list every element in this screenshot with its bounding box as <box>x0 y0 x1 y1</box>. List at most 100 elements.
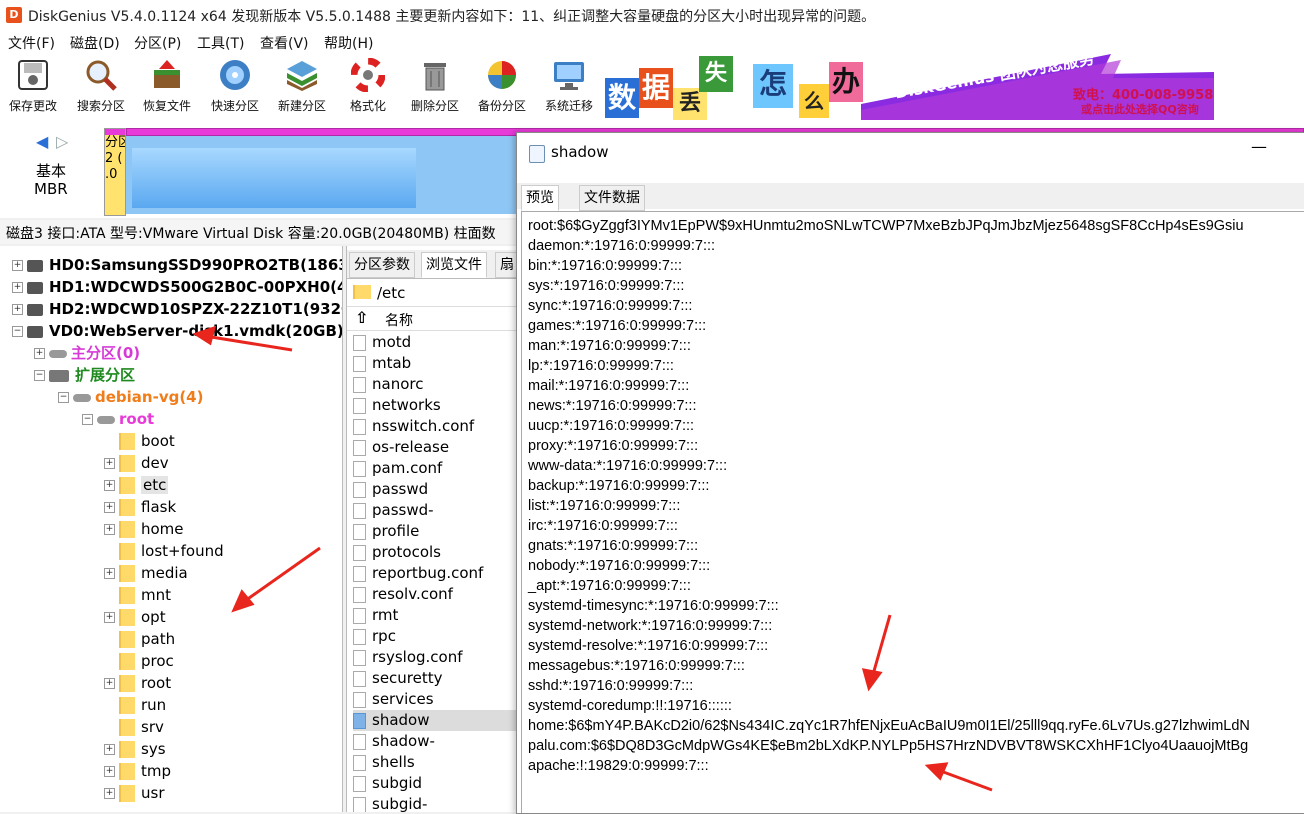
collapse-icon[interactable]: − <box>12 326 23 337</box>
collapse-icon[interactable]: − <box>34 370 45 381</box>
tree-folder[interactable]: +lost+found <box>104 540 224 562</box>
expand-icon[interactable]: + <box>104 744 115 755</box>
tree-disk-vd0[interactable]: − VD0:WebServer-disk1.vmdk(20GB) <box>12 320 342 342</box>
file-list-item[interactable]: networks <box>353 395 517 416</box>
tree-folder[interactable]: + opt <box>104 606 166 628</box>
file-list-item[interactable]: reportbug.conf <box>353 563 517 584</box>
menu-disk[interactable]: 磁盘(D) <box>70 33 120 53</box>
tab-preview[interactable]: 预览 <box>521 185 559 211</box>
tree-disk-hd2[interactable]: + HD2:WDCWD10SPZX-22Z10T1(932GB) <box>12 298 342 320</box>
tree-folder[interactable]: + etc <box>104 474 169 496</box>
nav-prev-disk-icon[interactable]: ◀ <box>36 132 48 151</box>
tab-file-data[interactable]: 文件数据 <box>579 185 645 211</box>
file-list-item[interactable]: subgid- <box>353 794 517 812</box>
new-partition-button[interactable]: 新建分区 <box>271 58 333 118</box>
backup-partition-button[interactable]: 备份分区 <box>471 58 533 118</box>
save-changes-button[interactable]: 保存更改 <box>2 58 64 118</box>
menu-partition[interactable]: 分区(P) <box>134 33 181 53</box>
search-partition-button[interactable]: 搜索分区 <box>70 58 132 118</box>
expand-icon[interactable]: + <box>104 502 115 513</box>
minimize-button[interactable]: — <box>1251 137 1267 156</box>
file-list-item[interactable]: shadow <box>353 710 517 731</box>
file-list-item[interactable]: nanorc <box>353 374 517 395</box>
tab-partition-params[interactable]: 分区参数 <box>349 252 415 278</box>
tab-sectors[interactable]: 扇 <box>495 252 517 278</box>
file-list-item[interactable]: protocols <box>353 542 517 563</box>
file-list-item[interactable]: nsswitch.conf <box>353 416 517 437</box>
tree-folder[interactable]: + usr <box>104 782 165 804</box>
file-list-item[interactable]: motd <box>353 332 517 353</box>
file-list-item[interactable]: shadow- <box>353 731 517 752</box>
tree-root-volume[interactable]: − root <box>82 408 154 430</box>
expand-icon[interactable]: + <box>104 766 115 777</box>
tree-folder[interactable]: + tmp <box>104 760 171 782</box>
expand-icon[interactable]: + <box>104 678 115 689</box>
quick-partition-button[interactable]: 快速分区 <box>204 58 266 118</box>
tree-extended-partition[interactable]: − 扩展分区 <box>34 364 135 386</box>
tree-folder[interactable]: + home <box>104 518 184 540</box>
tree-disk-hd1[interactable]: +HD1:WDCWDS500G2B0C-00PXH0(466GB) <box>12 276 342 298</box>
file-list-item[interactable]: subgid <box>353 773 517 794</box>
collapse-icon[interactable]: − <box>82 414 93 425</box>
file-list-item[interactable]: securetty <box>353 668 517 689</box>
tree-folder[interactable]: + dev <box>104 452 169 474</box>
ad-banner[interactable]: 数 据 丢 失 怎 么 办 DiskGenius 团队为您服务 致电：400-0… <box>603 54 1214 120</box>
menu-view[interactable]: 查看(V) <box>260 33 309 53</box>
tree-folder[interactable]: +srv <box>104 716 164 738</box>
system-migration-button[interactable]: 系统迁移 <box>538 58 600 118</box>
tree-folder[interactable]: + flask <box>104 496 176 518</box>
file-list-item[interactable]: passwd- <box>353 500 517 521</box>
expand-icon[interactable]: + <box>104 568 115 579</box>
preview-content[interactable]: root:$6$GyZggf3IYMv1EpPW$9xHUnmtu2moSNLw… <box>521 211 1304 813</box>
expand-icon[interactable]: + <box>104 480 115 491</box>
tree-folder[interactable]: +run <box>104 694 166 716</box>
tree-folder[interactable]: + sys <box>104 738 166 760</box>
menu-file[interactable]: 文件(F) <box>8 33 55 53</box>
file-icon <box>353 397 366 414</box>
format-button[interactable]: 格式化 <box>337 57 399 118</box>
expand-icon[interactable]: + <box>104 458 115 469</box>
file-list-item[interactable]: os-release <box>353 437 517 458</box>
tree-primary-partition[interactable]: + 主分区(0) <box>34 342 140 364</box>
lifebuoy-icon <box>350 57 386 93</box>
tree-disk-hd0[interactable]: +HD0:SamsungSSD990PRO2TB(1863GB) <box>12 254 342 276</box>
file-list-item[interactable]: pam.conf <box>353 458 517 479</box>
file-list-item[interactable]: resolv.conf <box>353 584 517 605</box>
collapse-icon[interactable]: − <box>58 392 69 403</box>
recover-files-button[interactable]: 恢复文件 <box>136 58 198 118</box>
file-list-item[interactable]: rpc <box>353 626 517 647</box>
file-list-item[interactable]: passwd <box>353 479 517 500</box>
banner-qq-link[interactable]: 或点击此处选择QQ咨询 <box>1081 101 1199 117</box>
nav-next-disk-icon[interactable]: ▷ <box>56 132 68 151</box>
tree-folder[interactable]: + root <box>104 672 171 694</box>
tree-folder[interactable]: +boot <box>104 430 175 452</box>
tree-folder[interactable]: +path <box>104 628 175 650</box>
tree-folder[interactable]: +mnt <box>104 584 171 606</box>
shadow-entry-line: _apt:*:19716:0:99999:7::: <box>528 578 691 594</box>
menu-help[interactable]: 帮助(H) <box>324 33 373 53</box>
expand-icon[interactable]: + <box>34 348 45 359</box>
expand-icon[interactable]: + <box>104 524 115 535</box>
file-list-item[interactable]: rsyslog.conf <box>353 647 517 668</box>
tab-browse-files[interactable]: 浏览文件 <box>421 252 487 278</box>
menu-tools[interactable]: 工具(T) <box>197 33 244 53</box>
folder-icon <box>119 631 135 648</box>
file-list-item[interactable]: profile <box>353 521 517 542</box>
file-list-item[interactable]: mtab <box>353 353 517 374</box>
expand-icon[interactable]: + <box>12 282 23 293</box>
file-list-item[interactable]: services <box>353 689 517 710</box>
file-icon <box>353 565 366 582</box>
tree-folder[interactable]: + media <box>104 562 188 584</box>
expand-icon[interactable]: + <box>104 612 115 623</box>
file-list-item[interactable]: shells <box>353 752 517 773</box>
tree-volume-group[interactable]: − debian-vg(4) <box>58 386 203 408</box>
expand-icon[interactable]: + <box>12 260 23 271</box>
expand-icon[interactable]: + <box>104 788 115 799</box>
delete-partition-button[interactable]: 删除分区 <box>404 58 466 118</box>
partition-block-small[interactable]: 分区 2 ( .0 <box>104 128 126 216</box>
file-list-item[interactable]: rmt <box>353 605 517 626</box>
expand-icon[interactable]: + <box>12 304 23 315</box>
up-arrow-icon[interactable]: ⇧ <box>355 308 368 327</box>
tree-folder[interactable]: +proc <box>104 650 174 672</box>
file-list-header[interactable]: ⇧ 名称 <box>347 308 517 331</box>
